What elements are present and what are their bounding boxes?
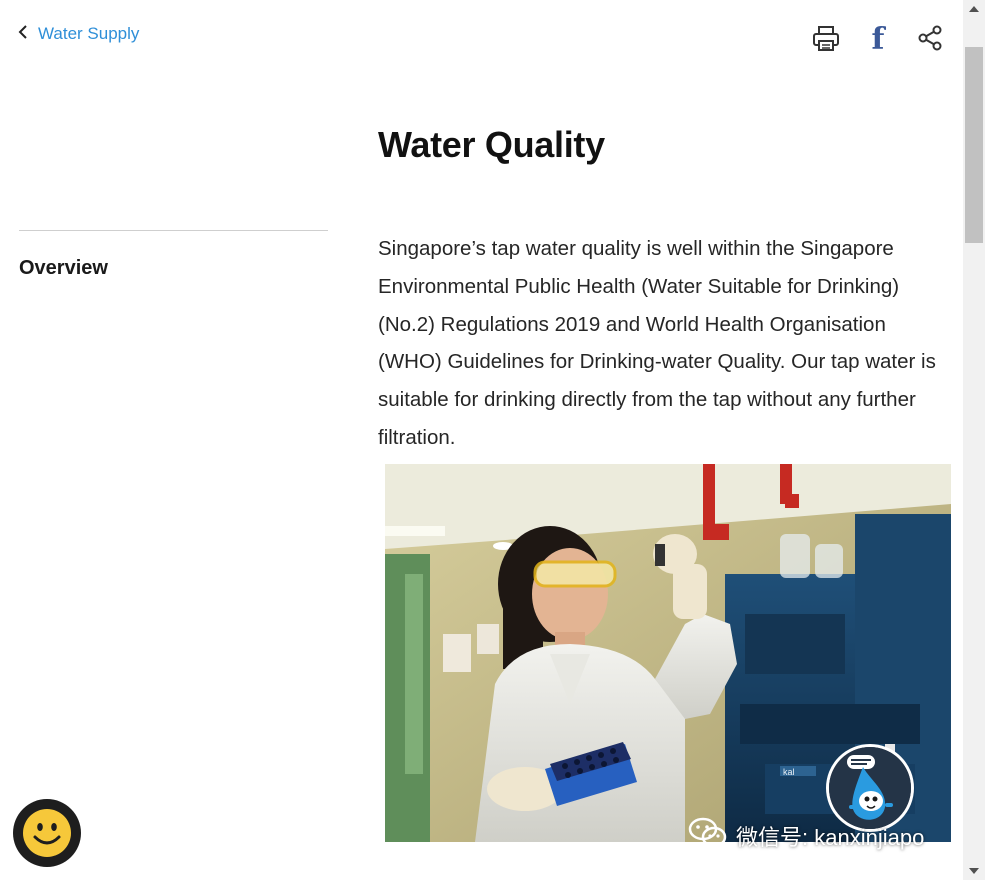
chevron-left-icon xyxy=(18,24,28,44)
sidebar-divider xyxy=(19,230,328,231)
back-link-label: Water Supply xyxy=(38,24,140,43)
facebook-share-button[interactable]: f xyxy=(863,24,893,56)
sidebar-item-overview[interactable]: Overview xyxy=(19,257,108,280)
watermark-text: 微信号: kanxinjiapo xyxy=(736,825,925,850)
wechat-watermark: 微信号: kanxinjiapo xyxy=(688,816,924,856)
share-icon xyxy=(916,24,944,57)
back-link-water-supply[interactable]: Water Supply xyxy=(18,24,139,44)
smiley-icon xyxy=(23,809,71,857)
intro-paragraph: Singapore’s tap water quality is well wi… xyxy=(378,237,936,449)
printer-icon xyxy=(812,24,840,57)
share-button[interactable] xyxy=(915,24,945,56)
instrument-brand-label: kal xyxy=(783,767,795,777)
share-toolbar: f xyxy=(811,24,945,56)
scroll-down-arrow-icon[interactable] xyxy=(969,868,979,874)
scrollbar-thumb[interactable] xyxy=(965,47,983,243)
wechat-icon xyxy=(688,816,728,856)
facebook-icon: f xyxy=(871,22,885,57)
feedback-button[interactable] xyxy=(13,799,81,867)
page-title: Water Quality xyxy=(378,124,605,165)
scroll-up-arrow-icon[interactable] xyxy=(969,6,979,12)
print-button[interactable] xyxy=(811,24,841,56)
vertical-scrollbar[interactable] xyxy=(963,0,985,880)
